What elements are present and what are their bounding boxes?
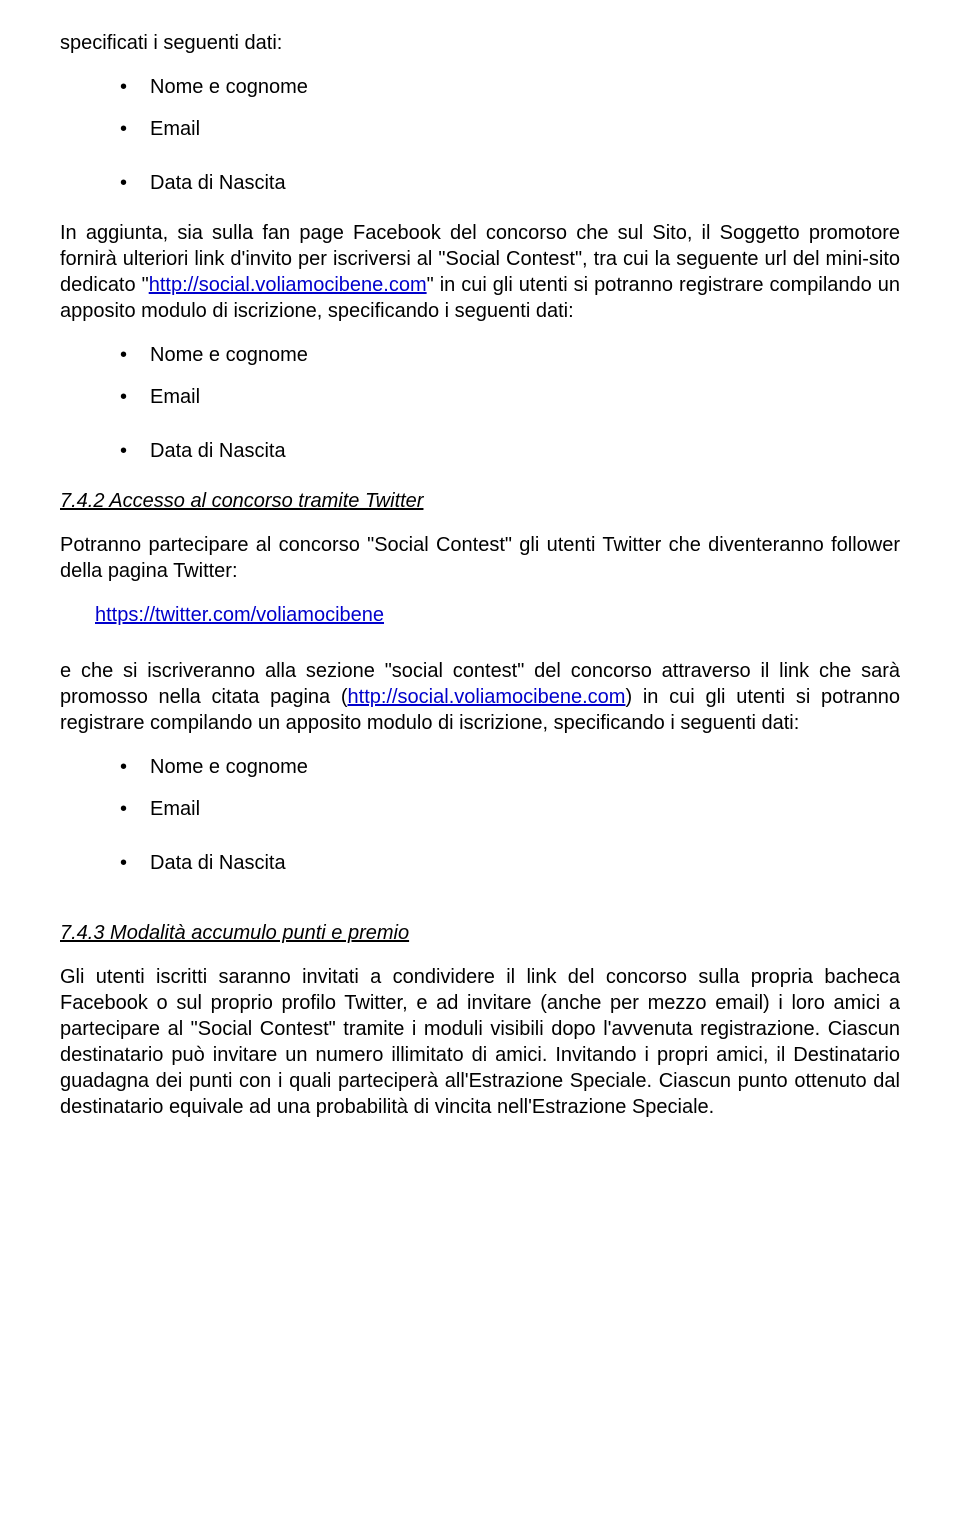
list-item: Email	[150, 796, 900, 822]
intro-text: specificati i seguenti dati:	[60, 30, 900, 56]
list-item: Data di Nascita	[150, 850, 900, 876]
section-742-heading: 7.4.2 Accesso al concorso tramite Twitte…	[60, 488, 900, 514]
list-item: Data di Nascita	[150, 170, 900, 196]
social-link[interactable]: http://social.voliamocibene.com	[348, 686, 626, 708]
list-item: Nome e cognome	[150, 754, 900, 780]
data-list-2: Nome e cognome Email Data di Nascita	[60, 342, 900, 464]
paragraph-facebook: In aggiunta, sia sulla fan page Facebook…	[60, 220, 900, 324]
spacer	[60, 900, 900, 920]
twitter-link-line: https://twitter.com/voliamocibene	[95, 602, 900, 628]
data-list-1: Nome e cognome Email Data di Nascita	[60, 74, 900, 196]
twitter-link[interactable]: https://twitter.com/voliamocibene	[95, 604, 384, 626]
paragraph-twitter-register: e che si iscriveranno alla sezione "soci…	[60, 658, 900, 736]
paragraph-twitter-intro: Potranno partecipare al concorso "Social…	[60, 532, 900, 584]
list-item: Email	[150, 384, 900, 410]
list-item: Data di Nascita	[150, 438, 900, 464]
list-item: Email	[150, 116, 900, 142]
data-list-3: Nome e cognome Email Data di Nascita	[60, 754, 900, 876]
list-item: Nome e cognome	[150, 342, 900, 368]
section-743-heading: 7.4.3 Modalità accumulo punti e premio	[60, 920, 900, 946]
paragraph-points: Gli utenti iscritti saranno invitati a c…	[60, 964, 900, 1120]
list-item: Nome e cognome	[150, 74, 900, 100]
social-link[interactable]: http://social.voliamocibene.com	[149, 274, 427, 296]
